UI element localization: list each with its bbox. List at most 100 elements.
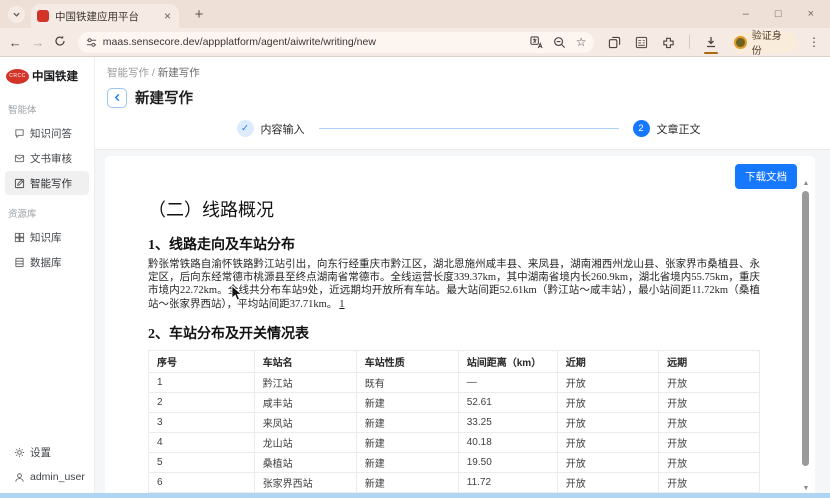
sidebar-item-knowledge-qa[interactable]: 知识问答 — [5, 121, 89, 145]
back-button[interactable]: ← — [4, 35, 27, 50]
table-cell: 开放 — [556, 431, 660, 453]
back-to-list-button[interactable] — [107, 87, 127, 108]
sidebar-item-doc-review[interactable]: 文书审核 — [5, 146, 89, 170]
download-doc-button[interactable]: 下载文档 — [735, 164, 797, 189]
table-header-cell: 车站名 — [253, 349, 357, 373]
table-cell: 新建 — [355, 451, 459, 473]
stepper: ✓ 内容输入 2 文章正文 — [107, 120, 830, 137]
tab-search-button[interactable] — [8, 5, 25, 23]
window-close-button[interactable]: × — [808, 8, 814, 20]
scroll-down-icon[interactable]: ▼ — [800, 485, 812, 492]
table-row: 5 桑植站 新建 19.50 开放 开放 — [148, 451, 760, 473]
site-favicon — [37, 10, 49, 22]
sidebar-item-database[interactable]: 数据库 — [5, 250, 89, 274]
page-title: 新建写作 — [135, 91, 193, 107]
table-cell: 开放 — [658, 431, 760, 453]
table-row: 1 黔江站 既有 — 开放 开放 — [148, 371, 760, 393]
table-cell: 龙山站 — [253, 431, 357, 453]
sidebar-item-knowledge-base[interactable]: 知识库 — [5, 225, 89, 249]
forward-button[interactable]: → — [27, 35, 50, 50]
magnifier-minus-icon — [553, 36, 565, 48]
table-cell: 咸丰站 — [253, 391, 357, 413]
table-cell: 来凤站 — [253, 411, 357, 433]
bookmark-button[interactable]: ☆ — [576, 35, 587, 49]
translate-button[interactable] — [530, 35, 543, 49]
translate-icon — [530, 35, 543, 48]
new-tab-button[interactable]: + — [189, 6, 209, 23]
database-icon — [15, 257, 24, 267]
document-scrollbar[interactable]: ▲ ▼ — [800, 180, 812, 492]
extensions-button[interactable] — [662, 36, 675, 49]
step-done-icon: ✓ — [236, 120, 254, 137]
user-icon — [15, 472, 24, 482]
table-cell: 19.50 — [457, 451, 558, 473]
browser-tab[interactable]: 中国铁建应用平台 × — [31, 4, 179, 28]
table-header-cell: 序号 — [148, 349, 255, 373]
sidebar-item-label: admin_user — [30, 471, 85, 483]
sidebar-item-user[interactable]: admin_user — [5, 465, 89, 489]
station-table-body: 1 黔江站 既有 — 开放 开放 2 咸丰站 新建 52.61 开放 开放 3 来凤站 新建 33.25 开放开… — [148, 371, 760, 498]
table-cell: 新建 — [355, 471, 459, 493]
step-article-body: 2 文章正文 — [632, 120, 701, 137]
table-row: 3 来凤站 新建 33.25 开放 开放 — [148, 411, 760, 433]
window-maximize-button[interactable]: □ — [775, 8, 782, 20]
app-window: CRCC 中国铁建 智能体 知识问答 文书审核 智能写作 资源库 知识库 数据库 — [0, 57, 830, 498]
shortcuts-button[interactable] — [635, 36, 648, 49]
browser-toolbar: ← → maas.sensecore.dev/appplatform/agent… — [0, 28, 830, 57]
step-number-badge: 2 — [632, 120, 650, 137]
downloads-button[interactable] — [704, 35, 719, 54]
table-row: 6 张家界西站 新建 11.72 开放 开放 — [148, 471, 760, 493]
table-cell: 新建 — [355, 391, 459, 413]
doc-subheading-2: 2、车站分布及开关情况表 — [148, 326, 309, 342]
table-cell: 2 — [148, 391, 255, 413]
table-cell: 11.72 — [457, 471, 558, 493]
table-header-row: 序号 车站名 车站性质 站间距离（km） 近期 远期 — [148, 349, 760, 373]
writing-icon — [14, 178, 25, 188]
table-cell: 3 — [148, 411, 255, 433]
scrollbar-thumb[interactable] — [802, 191, 809, 466]
sidebar: CRCC 中国铁建 智能体 知识问答 文书审核 智能写作 资源库 知识库 数据库 — [0, 57, 95, 498]
table-header-cell: 车站性质 — [355, 349, 459, 373]
site-settings-icon[interactable] — [86, 37, 97, 48]
breadcrumb-parent[interactable]: 智能写作 — [107, 67, 149, 79]
zoom-button[interactable] — [553, 36, 566, 49]
table-cell: 黔江站 — [253, 371, 357, 393]
table-row: 2 咸丰站 新建 52.61 开放 开放 — [148, 391, 760, 413]
tab-groups-icon — [609, 36, 621, 48]
step-content-input: ✓ 内容输入 — [236, 120, 305, 137]
table-cell: 40.18 — [457, 431, 558, 453]
download-active-indicator — [704, 52, 719, 54]
table-cell: 开放 — [658, 391, 760, 413]
reload-button[interactable] — [49, 35, 72, 50]
table-cell: 开放 — [556, 391, 660, 413]
table-cell: 6 — [148, 471, 255, 493]
tab-close-icon[interactable]: × — [162, 9, 173, 23]
sidebar-item-smart-writing[interactable]: 智能写作 — [5, 171, 89, 195]
breadcrumb-separator: / — [151, 67, 155, 79]
profile-label: 验证身份 — [751, 31, 782, 57]
table-cell: 52.61 — [457, 391, 558, 413]
avatar — [734, 35, 747, 49]
url-text[interactable]: maas.sensecore.dev/appplatform/agent/aiw… — [103, 36, 520, 48]
browser-menu-button[interactable]: ⋮ — [808, 35, 820, 49]
stepper-connector — [318, 128, 619, 129]
table-header-cell: 远期 — [658, 349, 760, 373]
footnote-link[interactable]: 1 — [337, 299, 344, 310]
sidebar-item-settings[interactable]: 设置 — [5, 440, 89, 464]
address-bar[interactable]: maas.sensecore.dev/appplatform/agent/aiw… — [77, 31, 595, 53]
tab-title: 中国铁建应用平台 — [55, 10, 139, 23]
step-label: 文章正文 — [656, 123, 701, 136]
profile-button[interactable]: 验证身份 — [730, 31, 799, 57]
toolbar-divider — [689, 35, 691, 49]
scroll-up-icon[interactable]: ▲ — [800, 180, 812, 187]
breadcrumb: 智能写作 / 新建写作 — [107, 65, 830, 80]
tab-groups-button[interactable] — [608, 36, 621, 49]
table-cell: 开放 — [658, 411, 760, 433]
sidebar-item-label: 设置 — [30, 446, 51, 459]
sidebar-section-agents: 智能体 — [8, 105, 37, 116]
sidebar-item-label: 数据库 — [30, 256, 62, 269]
sidebar-item-label: 文书审核 — [30, 152, 72, 165]
window-minimize-button[interactable]: – — [743, 8, 749, 20]
table-row: 4 龙山站 新建 40.18 开放 开放 — [148, 431, 760, 453]
station-table: 序号 车站名 车站性质 站间距离（km） 近期 远期 1 黔江站 既有 — 开放 开放 2 咸丰站 新建 5… — [148, 349, 760, 498]
